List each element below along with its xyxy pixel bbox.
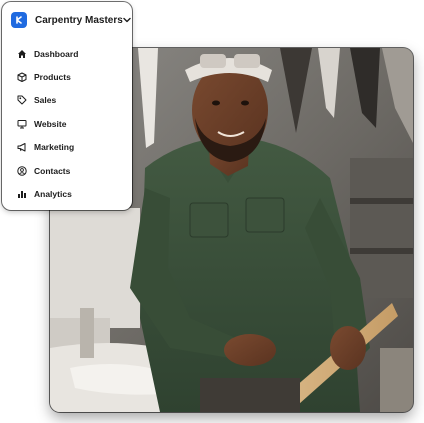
bar-chart-icon — [16, 189, 27, 200]
tag-icon — [16, 95, 27, 106]
menu-item-dashboard[interactable]: Dashboard — [11, 42, 124, 65]
contact-icon — [16, 165, 27, 176]
menu-item-sales[interactable]: Sales — [11, 89, 124, 112]
chevron-down-icon[interactable] — [123, 15, 131, 25]
brand-name: Carpentry Masters — [35, 14, 123, 26]
menu-item-analytics[interactable]: Analytics — [11, 182, 124, 205]
menu-item-label: Marketing — [34, 142, 75, 153]
brand-switcher[interactable]: Carpentry Masters — [11, 10, 131, 30]
menu-item-contacts[interactable]: Contacts — [11, 159, 124, 182]
stage: Carpentry Masters Dashboard Products Sal… — [0, 0, 424, 423]
megaphone-icon — [16, 142, 27, 153]
brand-logo-icon — [11, 12, 27, 28]
monitor-icon — [16, 118, 27, 129]
home-icon — [16, 48, 27, 59]
menu-item-label: Website — [34, 118, 67, 129]
menu-item-label: Analytics — [34, 189, 72, 200]
menu-item-marketing[interactable]: Marketing — [11, 136, 124, 159]
menu-item-label: Contacts — [34, 165, 71, 176]
menu-item-label: Sales — [34, 95, 57, 106]
menu-item-products[interactable]: Products — [11, 65, 124, 88]
menu-item-website[interactable]: Website — [11, 112, 124, 135]
menu-item-label: Dashboard — [34, 48, 79, 59]
menu-item-label: Products — [34, 72, 71, 83]
app-menu: Carpentry Masters Dashboard Products Sal… — [2, 2, 132, 210]
box-icon — [16, 72, 27, 83]
